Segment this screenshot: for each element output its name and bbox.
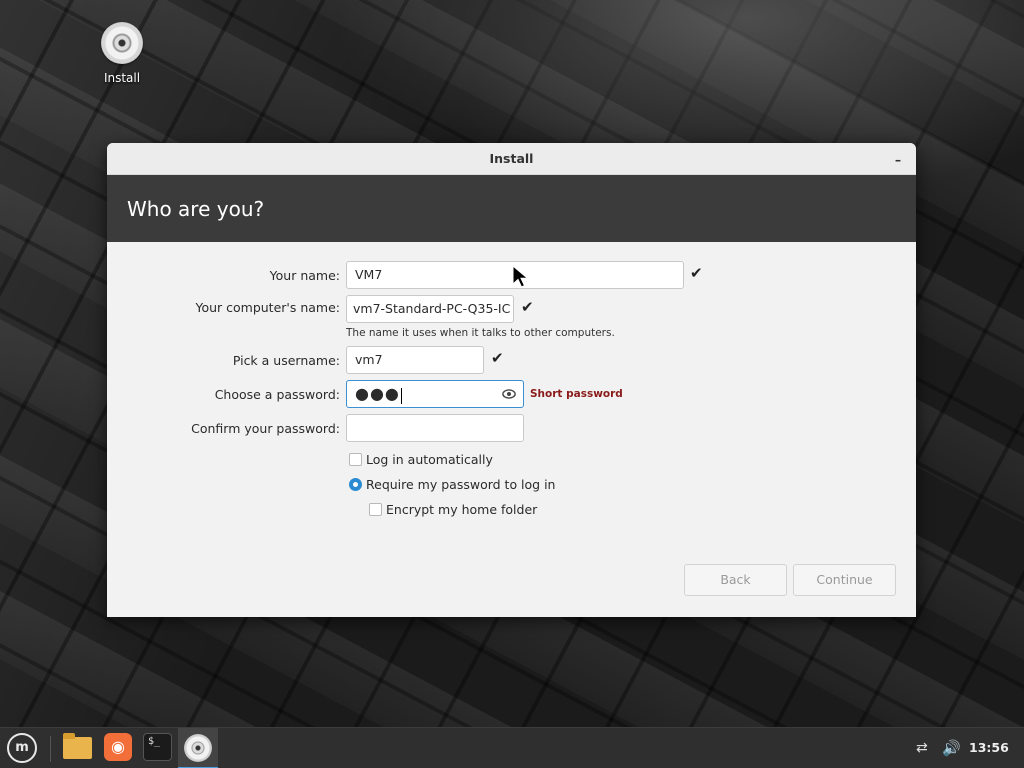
desktop-install-shortcut[interactable]: Install	[94, 22, 150, 85]
password-label: Choose a password:	[214, 387, 340, 402]
back-button[interactable]: Back	[684, 564, 787, 596]
password-input[interactable]: ●●●	[346, 380, 524, 408]
computer-name-valid-check-icon: ✔	[521, 298, 534, 316]
taskbar-separator	[50, 736, 51, 762]
name-label: Your name:	[269, 268, 340, 283]
continue-button[interactable]: Continue	[793, 564, 896, 596]
install-icon	[184, 734, 212, 762]
password-masked-value: ●●●	[355, 384, 400, 403]
username-label: Pick a username:	[232, 353, 340, 368]
computer-name-input[interactable]: vm7-Standard-PC-Q35-IC	[346, 295, 514, 323]
disc-icon	[101, 22, 143, 64]
window-titlebar[interactable]: Install –	[107, 143, 916, 175]
auto-login-label[interactable]: Log in automatically	[366, 452, 493, 467]
mouse-pointer-icon	[512, 265, 529, 288]
files-icon[interactable]	[63, 733, 92, 759]
encrypt-home-label[interactable]: Encrypt my home folder	[386, 502, 537, 517]
require-password-radio[interactable]	[349, 478, 362, 491]
confirm-password-label: Confirm your password:	[191, 421, 340, 436]
window-title: Install	[489, 151, 534, 166]
mint-menu-icon[interactable]: m	[7, 733, 37, 763]
username-valid-check-icon: ✔	[491, 349, 504, 367]
page-title: Who are you?	[107, 175, 916, 242]
installer-window: Install – Who are you? Your name: VM7 ✔ …	[107, 143, 916, 617]
encrypt-home-checkbox[interactable]	[369, 503, 382, 516]
network-icon[interactable]: ⇄	[916, 740, 928, 756]
name-valid-check-icon: ✔	[690, 264, 703, 282]
user-form: Your name: VM7 ✔ Your computer's name: v…	[107, 242, 916, 617]
password-strength-indicator: Short password	[530, 388, 623, 400]
minimize-button[interactable]: –	[890, 143, 906, 175]
volume-icon[interactable]: 🔊	[942, 739, 961, 757]
confirm-password-input[interactable]	[346, 414, 524, 442]
terminal-icon[interactable]: $_	[143, 733, 172, 761]
desktop-icon-label: Install	[103, 71, 141, 85]
text-caret	[400, 387, 402, 404]
taskbar: m ◉ $_ ⇄ 🔊 13:56	[0, 727, 1024, 768]
computer-name-label: Your computer's name:	[195, 300, 340, 315]
auto-login-checkbox[interactable]	[349, 453, 362, 466]
username-input[interactable]: vm7	[346, 346, 484, 374]
clock[interactable]: 13:56	[969, 740, 1009, 755]
firefox-icon[interactable]: ◉	[104, 733, 132, 761]
install-taskbar-button[interactable]	[178, 728, 218, 768]
show-password-eye-icon[interactable]	[502, 387, 516, 401]
require-password-label[interactable]: Require my password to log in	[366, 477, 555, 492]
computer-name-hint: The name it uses when it talks to other …	[346, 327, 615, 339]
